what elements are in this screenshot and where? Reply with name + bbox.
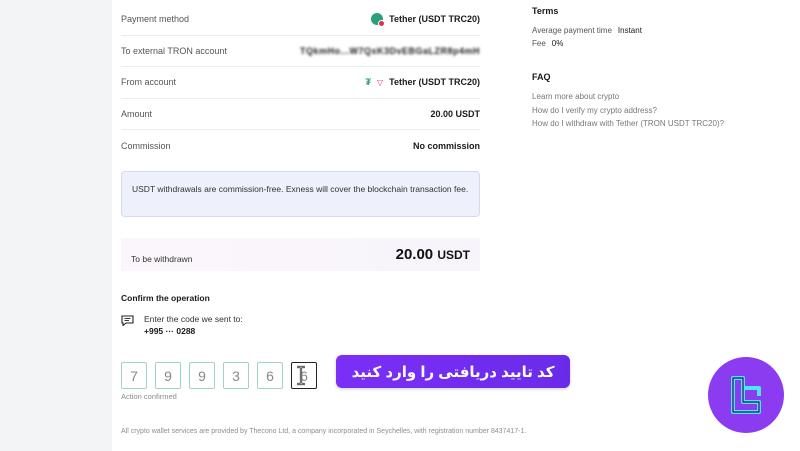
tether-coin-icon — [371, 13, 386, 28]
sms-info: Enter the code we sent to: +995 ··· 0288 — [121, 313, 243, 337]
terms-label: Average payment time — [532, 26, 612, 35]
terms-value: 0% — [551, 39, 564, 48]
detail-row-external-account: To external TRON account TQkmHo...W7QxK3… — [121, 36, 480, 67]
code-digit-input[interactable]: 9 — [189, 362, 215, 389]
withdrawal-details: Payment method Tether (USDT TRC20) To ex… — [121, 4, 480, 162]
withdraw-amount: 20.00 — [395, 246, 434, 263]
detail-row-amount: Amount 20.00 USDT — [121, 99, 480, 130]
withdraw-currency: USDT — [437, 248, 470, 262]
code-input-group: 7 9 9 3 6 6 — [121, 362, 317, 389]
detail-label: From account — [121, 77, 177, 88]
text-cursor-icon — [297, 365, 305, 386]
action-confirmed-text: Action confirmed — [121, 392, 177, 401]
detail-row-commission: Commission No commission — [121, 130, 480, 162]
detail-value: No commission — [412, 140, 480, 151]
faq-title: FAQ — [532, 72, 551, 82]
detail-label: Payment method — [121, 14, 190, 25]
sms-text: Enter the code we sent to: — [144, 314, 243, 324]
code-digit-input[interactable]: 3 — [223, 362, 249, 389]
detail-value: Tether (USDT TRC20) — [389, 77, 480, 88]
tether-icon: ₮ — [365, 77, 372, 88]
faq-link[interactable]: How do I withdraw with Tether (TRON USDT… — [532, 117, 724, 131]
external-address-blurred: TQkmHo...W7QxK3DvEBGaLZR8p4mH — [299, 45, 480, 56]
faq-link[interactable]: How do I verify my crypto address? — [532, 104, 724, 118]
brand-logo-icon — [731, 376, 761, 414]
confirm-title: Confirm the operation — [121, 293, 210, 303]
detail-label: Amount — [121, 108, 153, 119]
faq-section: FAQ Learn more about crypto How do I ver… — [532, 72, 724, 131]
message-icon — [121, 315, 134, 326]
enter-code-overlay-button: کد تایید دریافتی را وارد کنید — [336, 355, 570, 388]
to-be-withdrawn-box: To be withdrawn 20.00 USDT — [121, 238, 480, 271]
terms-title: Terms — [532, 6, 559, 16]
commission-notice: USDT withdrawals are commission-free. Ex… — [121, 171, 480, 217]
detail-value: 20.00 USDT — [430, 108, 480, 119]
detail-row-payment-method: Payment method Tether (USDT TRC20) — [121, 4, 480, 36]
withdraw-label: To be withdrawn — [131, 253, 193, 264]
terms-value: Instant — [617, 26, 642, 35]
code-digit-input[interactable]: 7 — [121, 362, 147, 389]
detail-label: Commission — [121, 140, 171, 151]
brand-logo — [708, 357, 784, 433]
code-digit-input[interactable]: 6 — [257, 362, 283, 389]
info-sidebar: Terms Average payment time Instant Fee 0… — [532, 6, 792, 128]
detail-value: Tether (USDT TRC20) — [389, 14, 480, 25]
detail-row-from-account: From account ₮ ▽ Tether (USDT TRC20) — [121, 67, 480, 99]
code-digit-input[interactable]: 9 — [155, 362, 181, 389]
terms-label: Fee — [532, 39, 546, 48]
tron-icon: ▽ — [377, 77, 384, 87]
faq-link[interactable]: Learn more about crypto — [532, 90, 724, 104]
terms-row: Fee 0% — [532, 37, 792, 50]
legal-footer: All crypto wallet services are provided … — [121, 428, 527, 435]
terms-row: Average payment time Instant — [532, 24, 792, 37]
detail-label: To external TRON account — [121, 45, 227, 56]
phone-number: +995 ··· 0288 — [144, 326, 196, 336]
